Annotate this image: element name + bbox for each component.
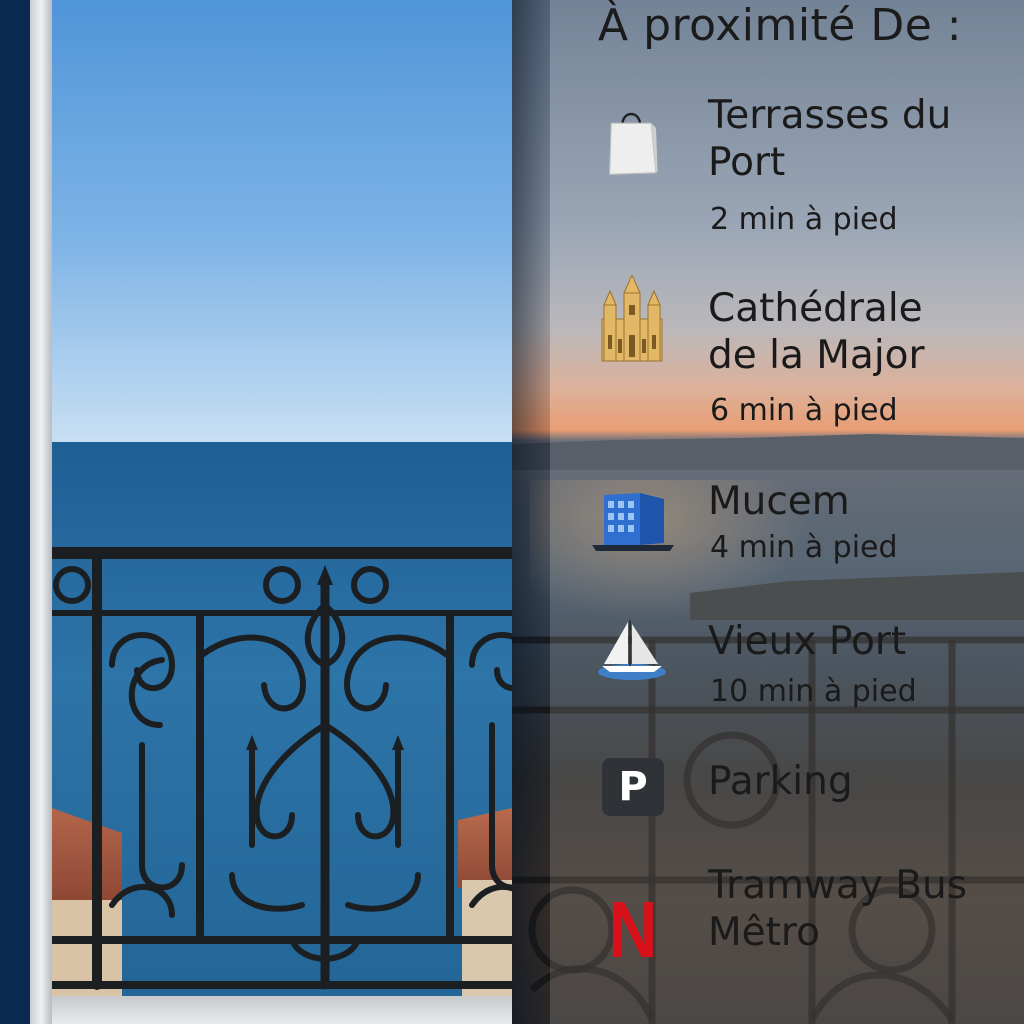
- walk-time: 6 min à pied: [710, 393, 898, 428]
- place-name: Tramway Bus Mêtro: [708, 863, 968, 955]
- balcony-railing: [52, 547, 552, 990]
- place-name: Terrasses du Port: [708, 93, 952, 185]
- place-name: Cathédrale de la Major: [708, 286, 925, 378]
- parking-letter: P: [618, 764, 648, 810]
- panel-edge: [512, 0, 550, 1024]
- transit-n-icon: N: [600, 890, 666, 970]
- balcony-floor: [52, 996, 512, 1024]
- sailboat-icon: [598, 620, 666, 680]
- place-name: Vieux Port: [708, 619, 907, 664]
- parking-icon: P: [602, 758, 664, 816]
- walk-time: 2 min à pied: [710, 202, 898, 237]
- cathedral-icon: [601, 275, 663, 362]
- window-frame: [30, 0, 52, 1024]
- walk-time: 10 min à pied: [710, 674, 917, 709]
- transit-letter: N: [608, 885, 658, 974]
- page-title: À proximité De :: [598, 0, 963, 51]
- walk-time: 4 min à pied: [710, 530, 898, 565]
- place-name: Mucem: [708, 479, 850, 524]
- place-name: Parking: [708, 759, 853, 804]
- window-frame-outer: [0, 0, 30, 1024]
- shopping-bag-icon: [608, 112, 658, 176]
- sky: [52, 0, 512, 442]
- museum-building-icon: [592, 493, 674, 551]
